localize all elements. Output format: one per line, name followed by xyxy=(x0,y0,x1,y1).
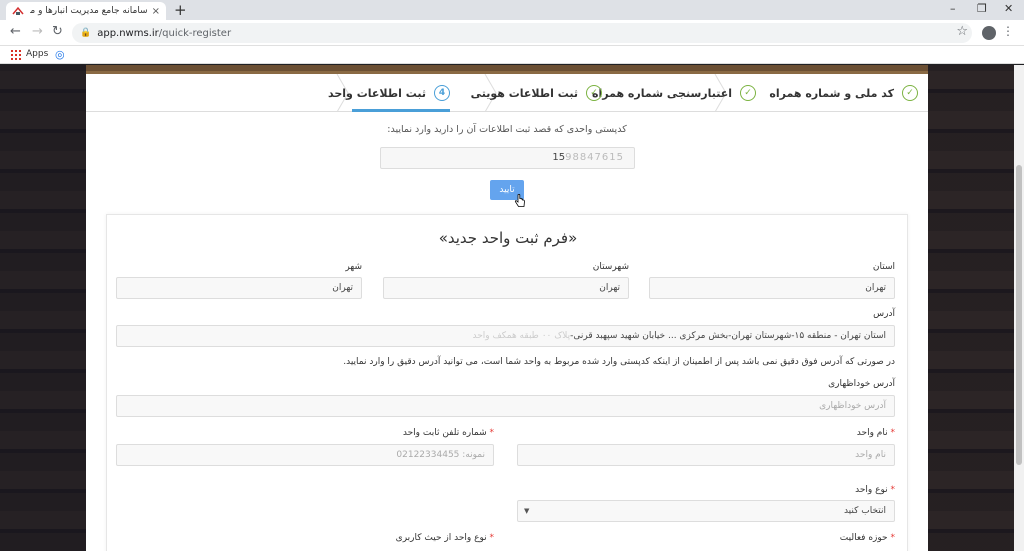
step-label: کد ملی و شماره همراه xyxy=(769,86,894,100)
step-identity: ✓ ثبت اطلاعات هویتی xyxy=(471,74,602,112)
browser-tab[interactable]: سامانه جامع مدیریت انبارها و مراک × xyxy=(6,2,166,20)
province-field[interactable]: تهران xyxy=(649,277,895,299)
city-label: شهر xyxy=(345,262,362,272)
phone-field[interactable]: نمونه: 02122334455 xyxy=(116,444,494,466)
back-arrow-icon[interactable]: ← xyxy=(10,24,21,39)
step-mobile-verify: ✓ اعتبارسنجی شماره همراه xyxy=(592,74,756,112)
step-done-icon: ✓ xyxy=(740,85,756,101)
new-tab-button[interactable]: + xyxy=(174,1,187,19)
tab-close-icon[interactable]: × xyxy=(152,6,160,17)
unit-type-label: * نوع واحد xyxy=(855,485,895,495)
browser-tab-bar: سامانه جامع مدیریت انبارها و مراک × + – … xyxy=(0,0,1024,20)
tab-title: سامانه جامع مدیریت انبارها و مراک xyxy=(30,6,148,16)
maximize-button[interactable]: ❐ xyxy=(977,2,987,15)
close-window-button[interactable]: ✕ xyxy=(1004,2,1013,15)
minimize-button[interactable]: – xyxy=(950,2,956,15)
lock-icon: 🔒 xyxy=(80,28,92,38)
page-viewport: ✓ کد ملی و شماره همراه ✓ اعتبارسنجی شمار… xyxy=(0,65,1014,551)
manual-address-label: آدرس خوداظهاری xyxy=(828,379,895,389)
step-number-badge: 4 xyxy=(434,85,450,101)
url-text: app.nwms.ir/quick-register xyxy=(97,27,232,39)
active-step-indicator xyxy=(352,109,450,112)
postal-code-prompt: کدپستی واحدی که قصد ثبت اطلاعات آن را دا… xyxy=(387,124,627,135)
activity-label: * حوزه فعالیت xyxy=(839,533,895,543)
chevron-down-icon: ▼ xyxy=(524,507,530,515)
bookmark-site-icon[interactable]: ◎ xyxy=(55,48,65,61)
form-title: «فرم ثبت واحد جدید» xyxy=(438,229,578,247)
apps-grid-icon[interactable] xyxy=(11,50,21,60)
forward-arrow-icon[interactable]: → xyxy=(32,24,43,39)
bookmark-star-icon[interactable]: ☆ xyxy=(956,24,968,39)
reload-icon[interactable]: ↻ xyxy=(52,24,63,39)
unit-name-field[interactable]: نام واحد xyxy=(517,444,895,466)
bookmarks-bar: Apps ◎ xyxy=(0,46,1024,64)
unit-type-select[interactable]: انتخاب کنید ▼ xyxy=(517,500,895,522)
address-bar[interactable]: 🔒 app.nwms.ir/quick-register xyxy=(72,23,972,43)
wizard-steps: ✓ کد ملی و شماره همراه ✓ اعتبارسنجی شمار… xyxy=(86,73,928,113)
manual-address-field[interactable]: آدرس خوداظهاری xyxy=(116,395,895,417)
profile-avatar-icon[interactable] xyxy=(982,26,996,40)
address-note: در صورتی که آدرس فوق دقیق نمی باشد پس از… xyxy=(343,357,895,367)
county-label: شهرستان xyxy=(592,262,629,272)
city-field[interactable]: تهران xyxy=(116,277,362,299)
hand-cursor-icon xyxy=(514,194,525,207)
county-field[interactable]: تهران xyxy=(383,277,629,299)
address-label: آدرس xyxy=(873,309,895,319)
step-done-icon: ✓ xyxy=(902,85,918,101)
step-done-icon: ✓ xyxy=(586,85,602,101)
apps-bookmark[interactable]: Apps xyxy=(26,49,48,59)
address-field[interactable]: استان تهران - منطقه ۱۵-شهرستان تهران-بخش… xyxy=(116,325,895,347)
menu-kebab-icon[interactable]: ⋮ xyxy=(1002,24,1014,38)
phone-label: * شماره تلفن ثابت واحد xyxy=(402,428,494,438)
step-label: اعتبارسنجی شماره همراه xyxy=(591,86,732,100)
unit-name-label: * نام واحد xyxy=(856,428,895,438)
page-scrollbar[interactable] xyxy=(1014,65,1024,551)
new-unit-form: «فرم ثبت واحد جدید» استان تهران شهرستان … xyxy=(106,214,908,551)
scrollbar-thumb[interactable] xyxy=(1016,165,1022,465)
step-label: ثبت اطلاعات واحد xyxy=(328,86,426,100)
step-unit-info: 4 ثبت اطلاعات واحد xyxy=(328,74,450,112)
step-label: ثبت اطلاعات هویتی xyxy=(470,86,578,100)
register-page: ✓ کد ملی و شماره همراه ✓ اعتبارسنجی شمار… xyxy=(86,73,928,551)
browser-toolbar: ← → ↻ 🔒 app.nwms.ir/quick-register ☆ ⋮ xyxy=(0,20,1024,46)
province-label: استان xyxy=(872,262,895,272)
postal-code-input[interactable]: 1598847615 xyxy=(380,147,635,169)
step-national-code: ✓ کد ملی و شماره همراه xyxy=(769,74,918,112)
site-favicon-icon xyxy=(12,6,24,15)
ownership-label: * نوع واحد از حیث کاربری xyxy=(395,533,494,543)
